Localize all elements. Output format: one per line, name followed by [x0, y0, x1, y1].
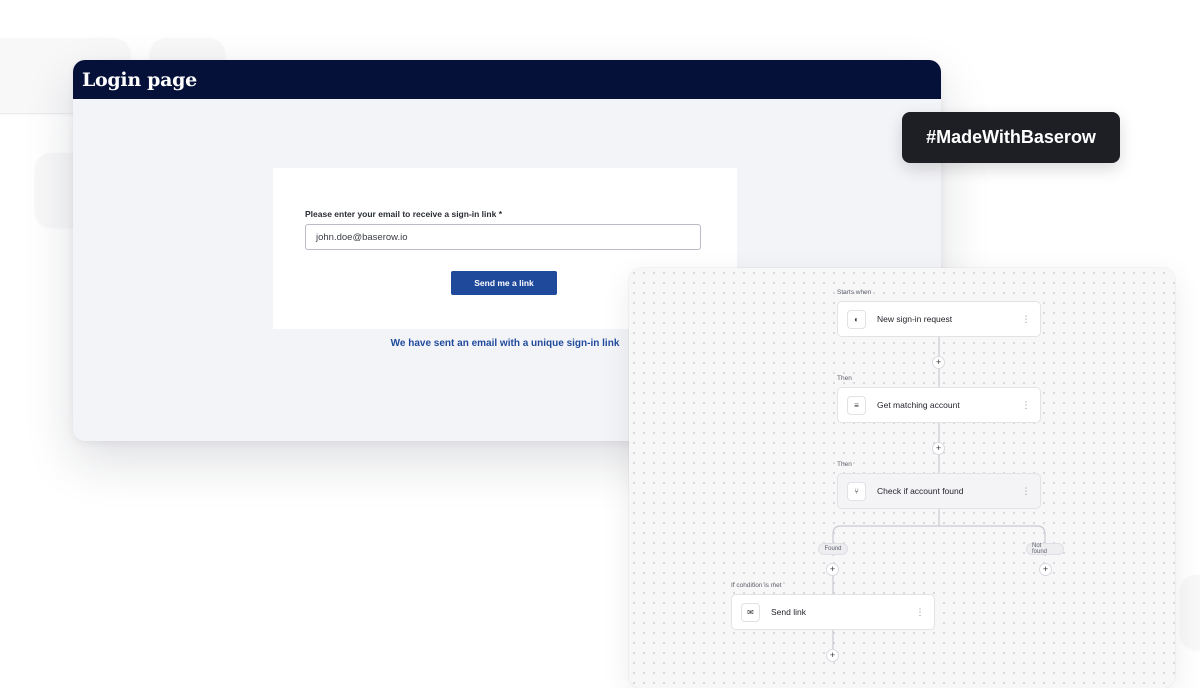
send-link-button[interactable]: Send me a link	[451, 271, 557, 295]
list-icon: ≡	[847, 395, 866, 415]
node-label: New sign-in request	[877, 314, 953, 324]
then-label: Then	[837, 461, 852, 468]
workflow-node-send-link[interactable]: ✉ Send link ⋮	[731, 594, 935, 630]
login-header: Login page	[73, 60, 941, 99]
background-card	[1180, 575, 1200, 649]
if-condition-met-label: If condition is met	[731, 582, 782, 589]
more-options-icon[interactable]: ⋮	[1018, 314, 1034, 325]
add-step-button[interactable]: +	[932, 442, 945, 455]
workflow-node-condition[interactable]: ⑂ Check if account found ⋮	[837, 473, 1041, 509]
more-options-icon[interactable]: ⋮	[1018, 486, 1034, 497]
made-with-baserow-badge: #MadeWithBaserow	[902, 112, 1120, 163]
trigger-icon: ◐	[847, 309, 866, 329]
branch-not-found-pill: Not found	[1026, 543, 1064, 555]
email-value: john.doe@baserow.io	[316, 231, 408, 243]
more-options-icon[interactable]: ⋮	[1018, 400, 1034, 411]
mail-icon: ✉	[741, 602, 760, 622]
add-step-button[interactable]: +	[932, 356, 945, 369]
add-step-button[interactable]: +	[1039, 563, 1052, 576]
node-label: Get matching account	[877, 400, 960, 410]
email-input[interactable]: john.doe@baserow.io	[305, 224, 701, 250]
branch-found-pill: Found	[818, 543, 848, 555]
workflow-node-trigger[interactable]: ◐ New sign-in request ⋮	[837, 301, 1041, 337]
starts-when-label: Starts when	[837, 289, 872, 296]
then-label: Then	[837, 375, 852, 382]
email-label: Please enter your email to receive a sig…	[305, 209, 502, 219]
workflow-canvas: Starts when ◐ New sign-in request ⋮ + Th…	[629, 268, 1175, 688]
background-divider	[0, 113, 80, 114]
add-step-button[interactable]: +	[826, 563, 839, 576]
branch-icon: ⑂	[847, 481, 866, 501]
node-label: Check if account found	[877, 486, 964, 496]
node-label: Send link	[771, 607, 806, 617]
more-options-icon[interactable]: ⋮	[912, 607, 928, 618]
workflow-node-get-account[interactable]: ≡ Get matching account ⋮	[837, 387, 1041, 423]
login-title: Login page	[82, 68, 197, 91]
add-step-button[interactable]: +	[826, 649, 839, 662]
